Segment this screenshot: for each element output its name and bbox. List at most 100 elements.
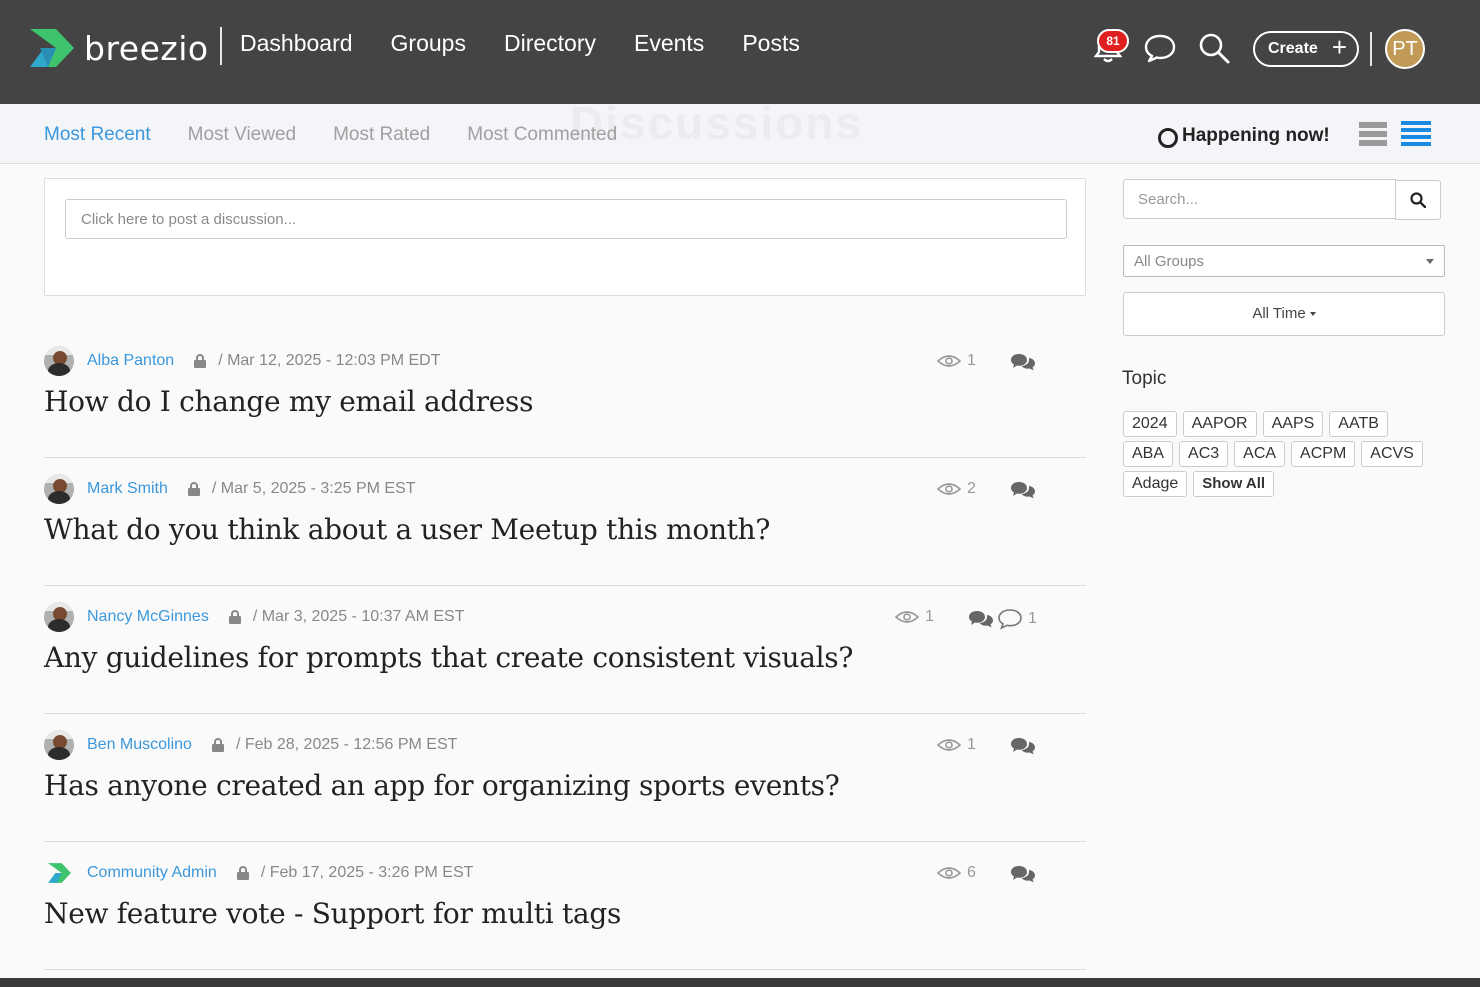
author-name[interactable]: Alba Panton xyxy=(87,352,174,370)
lock-icon xyxy=(211,738,224,752)
lock-icon xyxy=(187,482,200,496)
topic-heading: Topic xyxy=(1122,368,1167,389)
author-avatar[interactable] xyxy=(44,730,74,760)
create-button[interactable]: Create + xyxy=(1253,31,1359,67)
discussion-title[interactable]: What do you think about a user Meetup th… xyxy=(44,513,770,546)
brand-name: breezio xyxy=(84,28,209,68)
comments-icon xyxy=(1011,866,1035,883)
discussion-item: Ben Muscolino / Feb 28, 2025 - 12:56 PM … xyxy=(44,714,1086,842)
discussion-item: Mark Smith / Mar 5, 2025 - 3:25 PM EST 2… xyxy=(44,458,1086,586)
topic-tag[interactable]: AAPOR xyxy=(1182,411,1257,437)
topic-tag[interactable]: 2024 xyxy=(1123,411,1177,437)
search-button[interactable] xyxy=(1395,180,1441,220)
topic-tag[interactable]: AAPS xyxy=(1262,411,1324,437)
discussion-title[interactable]: Has anyone created an app for organizing… xyxy=(44,769,840,802)
topic-tag[interactable]: ACPM xyxy=(1291,441,1356,467)
author-avatar[interactable] xyxy=(44,602,74,632)
discussion-meta: Nancy McGinnes / Mar 3, 2025 - 10:37 AM … xyxy=(44,602,464,632)
view-count-value: 1 xyxy=(967,736,976,753)
comments-link[interactable] xyxy=(1010,480,1036,500)
user-avatar[interactable]: PT xyxy=(1385,29,1425,69)
top-navigation-bar: breezio Dashboard Groups Directory Event… xyxy=(0,0,1480,104)
breezio-logo[interactable]: breezio xyxy=(26,24,209,72)
discussion-item: Community Admin / Feb 17, 2025 - 3:26 PM… xyxy=(44,842,1086,970)
author-avatar[interactable] xyxy=(44,858,74,888)
groups-select[interactable]: All Groups xyxy=(1123,245,1445,277)
comments-link[interactable] xyxy=(1010,352,1036,372)
nav-groups[interactable]: Groups xyxy=(391,30,466,57)
author-avatar[interactable] xyxy=(44,346,74,376)
time-filter-value: All Time xyxy=(1252,305,1306,322)
list-view-icon[interactable] xyxy=(1359,120,1387,148)
tab-most-rated[interactable]: Most Rated xyxy=(333,124,430,146)
discussion-composer xyxy=(44,178,1086,296)
chevron-down-icon xyxy=(1426,259,1434,264)
chat-bubble-icon[interactable] xyxy=(1143,33,1177,63)
post-date: / Mar 12, 2025 - 12:03 PM EDT xyxy=(218,352,441,369)
notification-badge: 81 xyxy=(1097,29,1129,53)
author-name[interactable]: Ben Muscolino xyxy=(87,736,192,754)
view-count-value: 2 xyxy=(967,480,976,497)
plus-icon: + xyxy=(1331,32,1347,62)
author-name[interactable]: Mark Smith xyxy=(87,480,168,498)
sort-tabs: Most Recent Most Viewed Most Rated Most … xyxy=(44,124,654,146)
show-all-tags-button[interactable]: Show All xyxy=(1193,471,1275,497)
nav-dashboard[interactable]: Dashboard xyxy=(240,30,353,57)
comments-link[interactable] xyxy=(1010,736,1036,756)
eye-icon xyxy=(937,355,961,367)
comments-link[interactable] xyxy=(1010,864,1036,884)
comment-count: 1 xyxy=(1028,610,1037,627)
author-name[interactable]: Nancy McGinnes xyxy=(87,608,209,626)
topic-tag[interactable]: ACA xyxy=(1234,441,1286,467)
discussion-meta: Ben Muscolino / Feb 28, 2025 - 12:56 PM … xyxy=(44,730,457,760)
author-name[interactable]: Community Admin xyxy=(87,864,217,882)
topic-tag[interactable]: ABA xyxy=(1123,441,1174,467)
topic-tag[interactable]: ACVS xyxy=(1361,441,1423,467)
view-count-value: 6 xyxy=(967,864,976,881)
tab-most-recent[interactable]: Most Recent xyxy=(44,124,151,146)
eye-icon xyxy=(937,483,961,495)
compact-view-icon[interactable] xyxy=(1401,120,1431,148)
nav-directory[interactable]: Directory xyxy=(504,30,596,57)
logo-divider xyxy=(220,27,222,65)
filter-bar: Discussions Most Recent Most Viewed Most… xyxy=(0,97,1480,164)
view-count: 2 xyxy=(937,480,976,498)
happening-now-toggle[interactable]: Happening now! xyxy=(1158,124,1330,148)
comments-link[interactable]: 1 xyxy=(968,608,1037,630)
topic-tag[interactable]: AATB xyxy=(1329,411,1388,437)
discussion-item: Nancy McGinnes / Mar 3, 2025 - 10:37 AM … xyxy=(44,586,1086,714)
toolbar-divider xyxy=(1370,32,1372,66)
post-discussion-input[interactable] xyxy=(65,199,1067,239)
post-date: / Feb 17, 2025 - 3:26 PM EST xyxy=(260,864,474,881)
view-count-value: 1 xyxy=(925,608,934,625)
nav-events[interactable]: Events xyxy=(634,30,704,57)
circle-icon xyxy=(1158,128,1178,148)
discussion-meta: Community Admin / Feb 17, 2025 - 3:26 PM… xyxy=(44,858,473,888)
comments-icon xyxy=(1011,738,1035,755)
author-avatar[interactable] xyxy=(44,474,74,504)
discussion-list: Alba Panton / Mar 12, 2025 - 12:03 PM ED… xyxy=(44,330,1086,970)
lock-icon xyxy=(228,610,241,624)
search-icon xyxy=(1410,192,1426,208)
nav-posts[interactable]: Posts xyxy=(742,30,800,57)
view-count: 1 xyxy=(937,352,976,370)
comments-icon xyxy=(1011,482,1035,499)
comments-icon xyxy=(969,611,993,628)
discussion-title[interactable]: Any guidelines for prompts that create c… xyxy=(44,641,853,674)
eye-icon xyxy=(937,867,961,879)
search-input[interactable] xyxy=(1123,179,1396,219)
discussion-meta: Alba Panton / Mar 12, 2025 - 12:03 PM ED… xyxy=(44,346,441,376)
topic-tag[interactable]: Adage xyxy=(1123,471,1188,497)
time-filter-dropdown[interactable]: All Time xyxy=(1123,292,1445,336)
view-count-value: 1 xyxy=(967,352,976,369)
tab-most-commented[interactable]: Most Commented xyxy=(467,124,617,146)
breezio-logo-icon xyxy=(30,29,74,67)
post-date: / Mar 5, 2025 - 3:25 PM EST xyxy=(211,480,416,497)
search-icon[interactable] xyxy=(1198,32,1230,64)
discussion-title[interactable]: New feature vote - Support for multi tag… xyxy=(44,897,621,930)
discussion-title[interactable]: How do I change my email address xyxy=(44,385,533,418)
comments-icon xyxy=(1011,354,1035,371)
topic-tag[interactable]: AC3 xyxy=(1179,441,1229,467)
discussion-meta: Mark Smith / Mar 5, 2025 - 3:25 PM EST xyxy=(44,474,416,504)
tab-most-viewed[interactable]: Most Viewed xyxy=(188,124,296,146)
